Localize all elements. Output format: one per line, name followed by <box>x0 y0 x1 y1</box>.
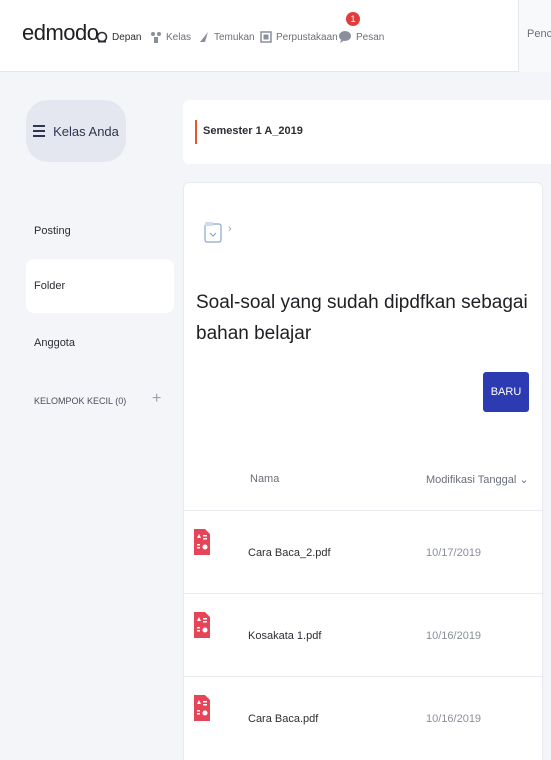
pdf-file-icon <box>194 612 210 638</box>
sidebar-item-folder[interactable]: Folder <box>26 259 174 313</box>
sidebar-item-label: Anggota <box>34 337 75 349</box>
nav-messages-label: Pesan <box>356 31 385 43</box>
your-classes-button[interactable]: Kelas Anda <box>26 100 126 162</box>
class-header: Semester 1 A_2019 <box>183 100 551 164</box>
file-date: 10/16/2019 <box>426 630 482 642</box>
class-color-accent <box>195 120 197 144</box>
nav-library-label: Perpustakaan <box>276 31 338 43</box>
table-row[interactable]: Cara Baca.pdf 10/16/2019 <box>184 676 544 759</box>
folder-icon[interactable] <box>204 221 224 243</box>
nav-home-label: Depan <box>112 31 142 43</box>
folder-title: Soal-soal yang sudah dipdfkan sebagai ba… <box>196 292 528 344</box>
nav-library[interactable]: Perpustakaan <box>260 28 338 46</box>
nav-messages[interactable]: Pesan <box>338 28 384 46</box>
nav-discover[interactable]: Temukan <box>198 28 255 46</box>
sidebar-item-posting[interactable]: Posting <box>26 204 174 258</box>
sidebar-item-label: Folder <box>34 280 66 292</box>
your-classes-label: Kelas Anda <box>53 123 119 139</box>
class-name[interactable]: Semester 1 A_2019 <box>203 125 303 137</box>
pdf-file-icon <box>194 529 210 555</box>
table-row[interactable]: Kosakata 1.pdf 10/16/2019 <box>184 593 544 676</box>
file-date: 10/17/2019 <box>426 547 482 559</box>
menu-icon <box>33 125 46 137</box>
column-header-modified-date[interactable]: Modifikasi Tanggal ⌄ <box>426 473 529 486</box>
sidebar-item-label: KELOMPOK KECIL (0) <box>34 396 127 406</box>
file-name[interactable]: Kosakata 1.pdf <box>248 630 321 642</box>
nav-home[interactable]: Depan <box>96 28 141 46</box>
new-button[interactable]: BARU <box>483 372 529 412</box>
home-icon <box>96 31 108 43</box>
search-area[interactable]: Penc <box>518 0 551 72</box>
nav-classes[interactable]: Kelas <box>150 28 191 46</box>
file-name[interactable]: Cara Baca.pdf <box>248 713 318 725</box>
file-name[interactable]: Cara Baca_2.pdf <box>248 547 331 559</box>
breadcrumb-chevron-icon: › <box>228 223 232 235</box>
search-partial-text: Penc <box>527 28 551 40</box>
class-icon <box>151 32 161 43</box>
column-header-name[interactable]: Nama <box>250 473 279 485</box>
nav-classes-label: Kelas <box>166 31 192 43</box>
discover-icon <box>200 32 208 42</box>
message-icon <box>339 31 351 43</box>
table-row[interactable]: Cara Baca_2.pdf 10/17/2019 <box>184 510 544 593</box>
add-group-button[interactable]: + <box>152 390 161 408</box>
nav-discover-label: Temukan <box>214 31 255 43</box>
sidebar-item-members[interactable]: Anggota <box>26 316 174 370</box>
edmodo-logo[interactable]: edmodo <box>22 20 99 46</box>
file-date: 10/16/2019 <box>426 713 482 725</box>
folder-panel: › Soal-soal yang sudah dipdfkan sebagai … <box>183 182 544 760</box>
message-count-badge: 1 <box>346 12 360 26</box>
top-navigation-bar: edmodo Depan Kelas Temukan Perpustakaan … <box>0 0 551 72</box>
pdf-file-icon <box>194 695 210 721</box>
library-icon <box>260 31 272 43</box>
sidebar-item-label: Posting <box>34 225 71 237</box>
